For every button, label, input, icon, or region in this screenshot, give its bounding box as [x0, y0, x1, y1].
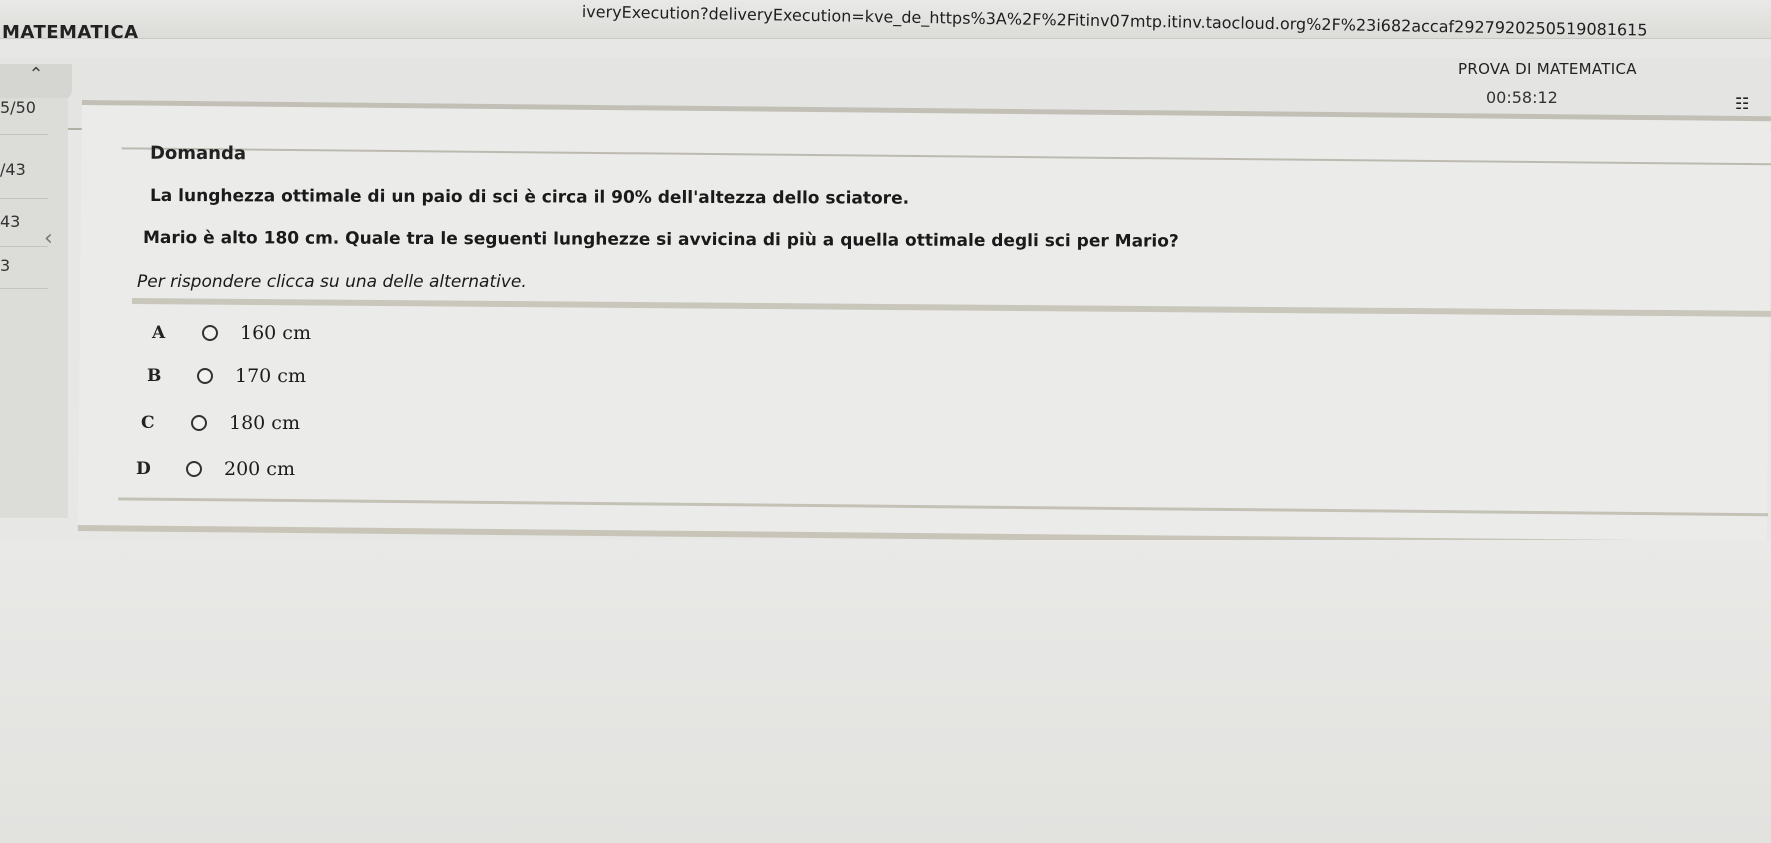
question-text-2: Mario è alto 180 cm. Quale tra le seguen…: [142, 228, 1179, 252]
option-label: 200 cm: [224, 458, 295, 480]
option-letter: A: [152, 323, 166, 343]
option-d[interactable]: D 200 cm: [136, 454, 295, 484]
options-box: [130, 298, 1771, 547]
question-heading: Domanda: [149, 142, 247, 165]
option-label: 170 cm: [235, 365, 306, 387]
chevron-left-icon[interactable]: ‹: [44, 226, 53, 251]
app-name: MATEMATICA: [2, 22, 139, 43]
test-title: PROVA DI MATEMATICA: [1458, 60, 1637, 78]
question-instruction: Per rispondere clicca su una delle alter…: [137, 272, 527, 292]
radio-icon[interactable]: [197, 368, 213, 384]
sidebar-item-4[interactable]: 3: [0, 256, 10, 275]
option-letter: B: [147, 366, 162, 386]
option-letter: C: [141, 413, 155, 433]
option-letter: D: [136, 459, 151, 479]
collapse-button[interactable]: ⌃: [0, 64, 72, 100]
page-background: [0, 540, 1771, 843]
question-text-1: La lunghezza ottimale di un paio di sci …: [149, 186, 910, 209]
option-b[interactable]: B 170 cm: [147, 361, 306, 391]
url-text[interactable]: iveryExecution?deliveryExecution=kve_de_…: [582, 2, 1648, 40]
option-label: 160 cm: [240, 322, 311, 344]
radio-icon[interactable]: [186, 461, 202, 477]
radio-icon[interactable]: [202, 325, 218, 341]
option-a[interactable]: A 160 cm: [152, 318, 311, 348]
chevron-up-icon: ⌃: [28, 64, 44, 85]
option-label: 180 cm: [229, 412, 300, 434]
sidebar-item-3[interactable]: 43: [0, 212, 20, 231]
user-icon[interactable]: ☷: [1735, 94, 1769, 118]
timer: 00:58:12: [1486, 88, 1558, 107]
sidebar-item-progress[interactable]: 5/50: [0, 98, 36, 117]
sidebar-divider: [0, 134, 48, 135]
option-c[interactable]: C 180 cm: [141, 408, 300, 438]
sidebar-divider: [0, 198, 48, 199]
sidebar-divider: [0, 246, 48, 247]
sidebar-item-2[interactable]: /43: [0, 160, 26, 179]
radio-icon[interactable]: [191, 415, 207, 431]
browser-url-bar[interactable]: MATEMATICA iveryExecution?deliveryExecut…: [0, 0, 1771, 43]
sidebar-divider: [0, 288, 48, 289]
